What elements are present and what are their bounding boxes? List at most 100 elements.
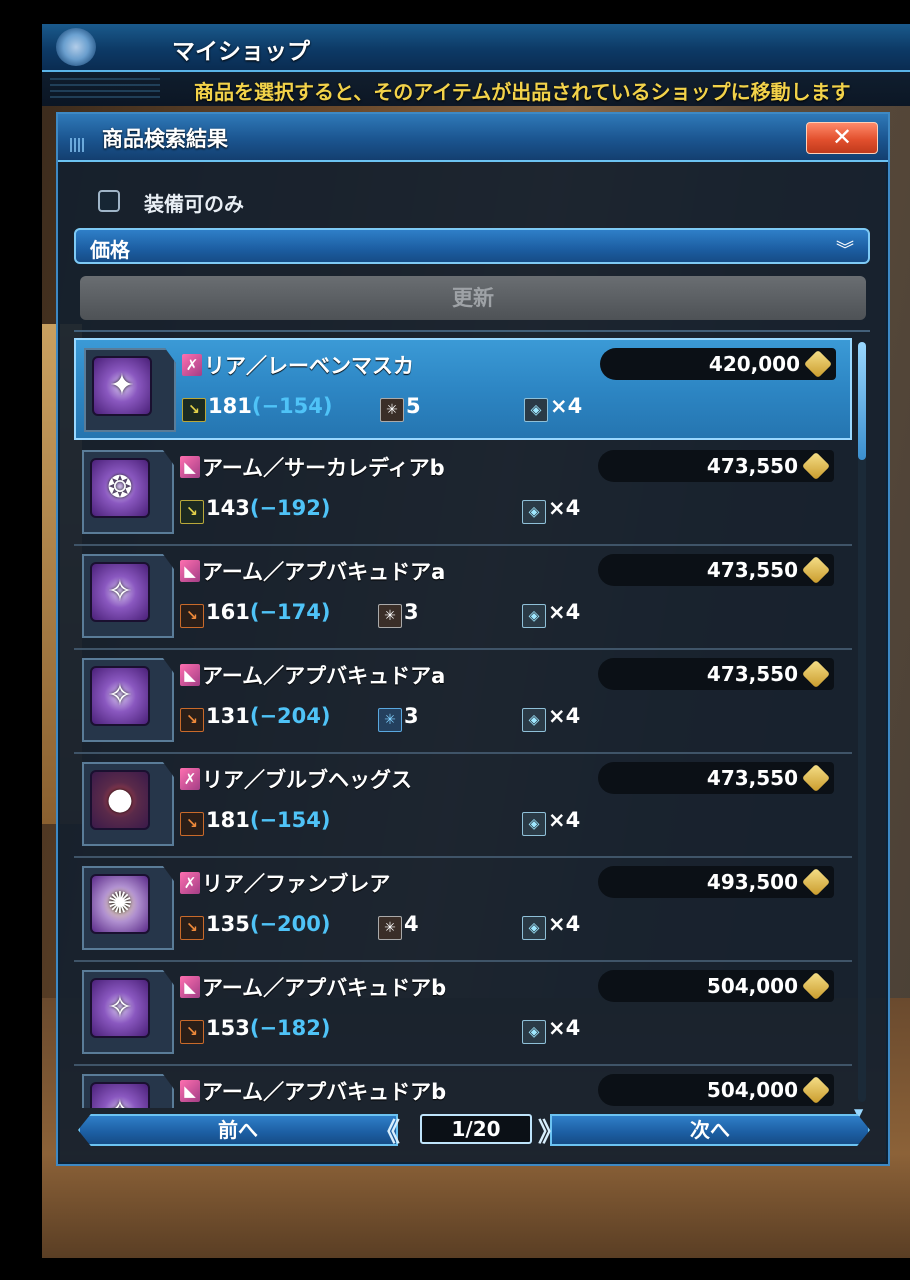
set-count: ×4 bbox=[548, 1016, 581, 1040]
window-title: マイショップ bbox=[172, 39, 310, 65]
emblem-icon bbox=[56, 28, 96, 66]
next-page-button[interactable]: 次へ bbox=[550, 1114, 870, 1146]
list-item[interactable]: ✧ ◣ アーム／アプバキュドアa 473,550 ↘ 161(−174) ✳ 3 ◈ ×4 bbox=[74, 546, 852, 650]
item-price: 473,550 bbox=[706, 454, 798, 478]
requirement-number: 131 bbox=[206, 704, 250, 728]
panel-title: 商品検索結果 bbox=[102, 127, 228, 151]
item-thumbnail: ✦ bbox=[92, 356, 152, 416]
price-box: 473,550 bbox=[598, 658, 834, 690]
requirement-diff: (−204) bbox=[249, 704, 331, 728]
category-icon: ◣ bbox=[180, 664, 200, 686]
item-name: リア／レーベンマスカ bbox=[204, 354, 414, 378]
page-indicator: 1/20 bbox=[420, 1114, 532, 1144]
item-icon: ✧ bbox=[107, 574, 133, 609]
item-icon: ✧ bbox=[107, 678, 133, 713]
item-name: アーム／アプバキュドアa bbox=[202, 560, 446, 584]
meseta-coin-icon bbox=[801, 867, 831, 897]
top-bar: マイショップ bbox=[42, 24, 910, 72]
slot-count: 4 bbox=[404, 912, 419, 936]
meseta-coin-icon bbox=[801, 659, 831, 689]
item-name: アーム／アプバキュドアb bbox=[202, 1080, 447, 1104]
double-chevron-right-icon[interactable]: 》 bbox=[538, 1112, 564, 1149]
requirement-icon: ↘ bbox=[180, 500, 204, 524]
item-thumbnail: ✺ bbox=[90, 874, 150, 934]
scroll-thumb[interactable] bbox=[858, 342, 866, 460]
panel-header: 商品検索結果 ✕ bbox=[58, 114, 888, 162]
set-count: ×4 bbox=[548, 600, 581, 624]
category-icon: ◣ bbox=[180, 456, 200, 478]
set-count: ×4 bbox=[548, 808, 581, 832]
set-icon: ◈ bbox=[522, 812, 546, 836]
price-box: 473,550 bbox=[598, 554, 834, 586]
requirement-icon: ↘ bbox=[180, 708, 204, 732]
item-price: 473,550 bbox=[706, 766, 798, 790]
list-item[interactable]: ✧ ◣ アーム／アプバキュドアa 473,550 ↘ 131(−204) ✳ 3 ◈ ×4 bbox=[74, 650, 852, 754]
category-icon: ◣ bbox=[180, 560, 200, 582]
requirement-diff: (−154) bbox=[249, 808, 331, 832]
item-name: リア／ファンブレア bbox=[202, 872, 391, 896]
requirement-value: 153(−182) bbox=[206, 1016, 330, 1040]
requirement-icon: ↘ bbox=[180, 604, 204, 628]
list-item[interactable]: ✧ ◣アーム／アプバキュドアb 504,000 bbox=[74, 1066, 852, 1108]
list-item[interactable]: ● ✗ リア／ブルブヘッグス 473,550 ↘ 181(−154) ◈ ×4 bbox=[74, 754, 852, 858]
category-icon: ✗ bbox=[182, 354, 202, 376]
set-icon: ◈ bbox=[522, 604, 546, 628]
item-price: 473,550 bbox=[706, 662, 798, 686]
item-price: 473,550 bbox=[706, 558, 798, 582]
item-thumbnail: ❂ bbox=[90, 458, 150, 518]
requirement-icon: ↘ bbox=[180, 812, 204, 836]
requirement-value: 161(−174) bbox=[206, 600, 330, 624]
meseta-coin-icon bbox=[801, 1075, 831, 1105]
pagination: 前へ 次へ 《 1/20 》 bbox=[78, 1114, 870, 1148]
list-item[interactable]: ✧ ◣ アーム／アプバキュドアb 504,000 ↘ 153(−182) ◈ ×4 bbox=[74, 962, 852, 1066]
price-box: 504,000 bbox=[598, 1074, 834, 1106]
item-name: アーム／サーカレディアb bbox=[202, 456, 445, 480]
set-icon: ◈ bbox=[522, 500, 546, 524]
requirement-diff: (−200) bbox=[249, 912, 331, 936]
item-icon: ❂ bbox=[107, 470, 133, 505]
notice-text: 商品を選択すると、そのアイテムが出品されているショップに移動します bbox=[194, 80, 851, 104]
item-icon: ✺ bbox=[107, 886, 133, 921]
meseta-coin-icon bbox=[803, 349, 833, 379]
scrollbar[interactable] bbox=[858, 342, 866, 1102]
search-results-panel: 商品検索結果 ✕ 装備可のみ 価格 ︾ 更新 ✦ ✗ リア／レーベンマスカ 420,0… bbox=[56, 112, 890, 1166]
double-chevron-left-icon[interactable]: 《 bbox=[374, 1112, 400, 1149]
slot-count: 3 bbox=[404, 704, 419, 728]
item-name: アーム／アプバキュドアb bbox=[202, 976, 447, 1000]
requirement-value: 131(−204) bbox=[206, 704, 330, 728]
item-icon: ✧ bbox=[107, 990, 133, 1025]
signal-bars-icon bbox=[70, 138, 84, 152]
requirement-number: 143 bbox=[206, 496, 250, 520]
requirement-diff: (−182) bbox=[249, 1016, 331, 1040]
slot-count: 5 bbox=[406, 394, 421, 418]
requirement-icon: ↘ bbox=[180, 1020, 204, 1044]
close-button[interactable]: ✕ bbox=[806, 122, 878, 154]
slot-icon: ✳ bbox=[380, 398, 404, 422]
price-box: 473,550 bbox=[598, 450, 834, 482]
item-price: 420,000 bbox=[708, 352, 800, 376]
meseta-coin-icon bbox=[801, 555, 831, 585]
sort-select[interactable]: 価格 ︾ bbox=[74, 228, 870, 264]
category-icon: ◣ bbox=[180, 1080, 200, 1102]
sort-value: 価格 bbox=[90, 238, 130, 262]
equippable-only-label: 装備可のみ bbox=[144, 192, 244, 216]
set-count: ×4 bbox=[550, 394, 583, 418]
requirement-icon: ↘ bbox=[182, 398, 206, 422]
price-box: 473,550 bbox=[598, 762, 834, 794]
requirement-diff: (−174) bbox=[249, 600, 331, 624]
requirement-number: 135 bbox=[206, 912, 250, 936]
list-item[interactable]: ✦ ✗ リア／レーベンマスカ 420,000 ↘ 181(−154) ✳ 5 ◈ ×4 bbox=[74, 338, 852, 440]
price-box: 493,500 bbox=[598, 866, 834, 898]
item-icon: ✦ bbox=[109, 368, 135, 403]
requirement-number: 181 bbox=[208, 394, 252, 418]
divider bbox=[74, 330, 870, 332]
requirement-icon: ↘ bbox=[180, 916, 204, 940]
set-icon: ◈ bbox=[522, 916, 546, 940]
list-item[interactable]: ❂ ◣ アーム／サーカレディアb 473,550 ↘ 143(−192) ◈ ×4 bbox=[74, 442, 852, 546]
equippable-only-checkbox[interactable] bbox=[98, 190, 120, 212]
set-count: ×4 bbox=[548, 704, 581, 728]
list-item[interactable]: ✺ ✗ リア／ファンブレア 493,500 ↘ 135(−200) ✳ 4 ◈ ×4 bbox=[74, 858, 852, 962]
update-button[interactable]: 更新 bbox=[80, 276, 866, 320]
meseta-coin-icon bbox=[801, 451, 831, 481]
prev-page-button[interactable]: 前へ bbox=[78, 1114, 398, 1146]
